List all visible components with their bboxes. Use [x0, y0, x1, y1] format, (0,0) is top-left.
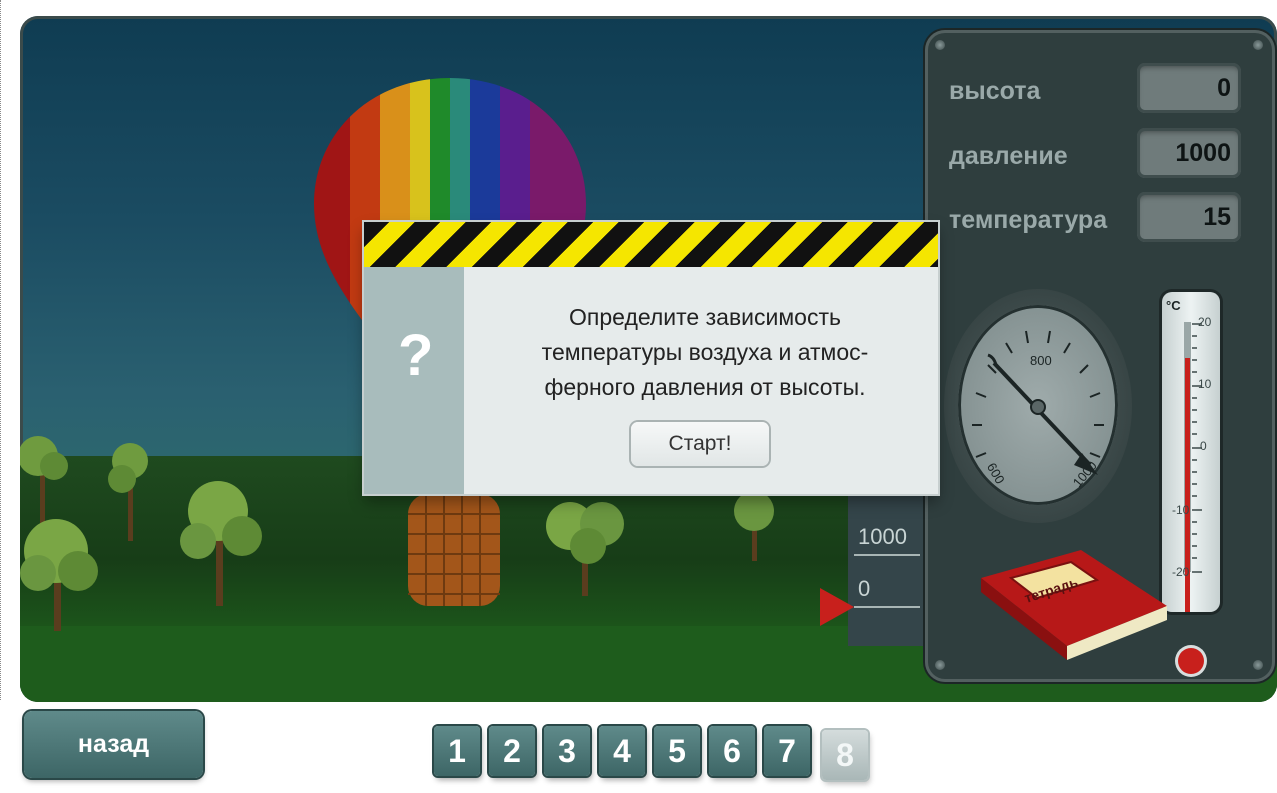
altitude-pointer[interactable]	[820, 588, 854, 626]
page-button-3[interactable]: 3	[544, 726, 590, 776]
altitude-ruler	[848, 486, 928, 646]
barometer-dial: 800 600 1000	[972, 330, 1104, 490]
page-button-2[interactable]: 2	[489, 726, 535, 776]
game-scene: 1000 0 высота 0 давление 1000 температур…	[20, 16, 1277, 702]
back-button[interactable]: назад	[24, 711, 203, 778]
page-button-4[interactable]: 4	[599, 726, 645, 776]
gauge-label-800: 800	[1030, 353, 1052, 368]
task-line-3: ферного давления от высоты.	[544, 374, 866, 400]
page-button-8-current[interactable]: 8	[822, 730, 868, 780]
thermo-tick-0: 0	[1200, 439, 1207, 453]
temperature-value: 15	[1137, 192, 1241, 242]
page-button-6[interactable]: 6	[709, 726, 755, 776]
task-line-1: Определите зависимость	[569, 304, 841, 330]
barometer-gauge: 800 600 1000	[944, 289, 1132, 523]
ruler-tick-0	[854, 606, 920, 608]
rivet	[1253, 40, 1263, 50]
dialog-sidebar: ?	[364, 267, 464, 494]
pressure-value: 1000	[1137, 128, 1241, 178]
instrument-panel: высота 0 давление 1000 температура 15 80…	[925, 30, 1275, 682]
tree-left-large	[20, 519, 98, 631]
rivet	[1253, 660, 1263, 670]
ruler-label-0: 0	[858, 576, 871, 601]
altitude-value: 0	[1137, 63, 1241, 113]
task-dialog: ? Определите зависимость температуры воз…	[364, 222, 938, 494]
page-button-5[interactable]: 5	[654, 726, 700, 776]
rivet	[935, 40, 945, 50]
ruler-tick-1000	[854, 554, 920, 556]
thermometer-bulb	[1178, 648, 1204, 674]
pressure-label: давление	[949, 142, 1068, 170]
gauge-label-600: 600	[984, 460, 1008, 486]
question-mark-icon: ?	[398, 323, 434, 388]
altitude-label: высота	[949, 77, 1041, 105]
ruler-label-1000: 1000	[858, 524, 907, 549]
hazard-stripes	[364, 222, 938, 267]
page-button-7[interactable]: 7	[764, 726, 810, 776]
barometer-face: 800 600 1000	[958, 305, 1118, 505]
left-dotted-border	[0, 0, 3, 700]
temperature-label: температура	[949, 206, 1108, 234]
thermo-tick-minus20: -20	[1172, 565, 1190, 579]
thermo-tick-10: 10	[1198, 377, 1212, 391]
start-button[interactable]: Старт!	[631, 422, 769, 466]
task-description: Определите зависимость температуры возду…	[490, 300, 920, 405]
page-button-1[interactable]: 1	[434, 726, 480, 776]
thermo-tick-minus10: -10	[1172, 503, 1190, 517]
thermometer-unit: °C	[1166, 298, 1181, 313]
task-line-2: температуры воздуха и атмос-	[541, 339, 869, 365]
tree-left-mid	[108, 443, 148, 541]
tree-center-left	[180, 481, 262, 606]
thermo-tick-20: 20	[1198, 315, 1212, 329]
rivet	[935, 660, 945, 670]
gauge-needle	[992, 361, 1092, 467]
notebook-icon[interactable]: тетрадь	[971, 550, 1171, 660]
